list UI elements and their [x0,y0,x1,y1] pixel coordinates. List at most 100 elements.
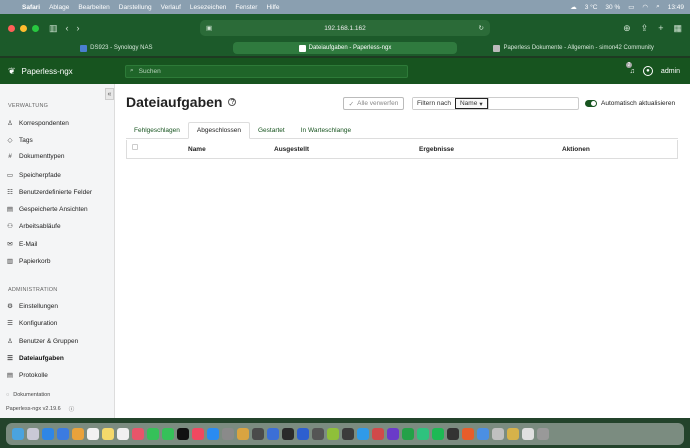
weather-icon[interactable]: ☁ [570,3,577,11]
safari-icon[interactable] [42,428,54,440]
forward-icon[interactable]: › [77,23,80,33]
calendar-icon[interactable] [87,428,99,440]
dismiss-all-button[interactable]: ✓ Alle verwerfen [343,97,404,110]
sidebar-item-mail[interactable]: ✉ E-Mail [6,240,37,249]
spotify-icon[interactable] [432,428,444,440]
app-icon[interactable] [252,428,264,440]
back-icon[interactable]: ‹ [66,23,69,33]
tab-synology[interactable]: DS923 - Synology NAS [4,42,229,54]
sidebar-item-tags[interactable]: ◇ Tags [6,136,33,145]
info-icon[interactable]: ⓘ [69,405,75,413]
app-icon[interactable] [402,428,414,440]
new-tab-icon[interactable]: + [658,23,663,34]
app-icon[interactable] [387,428,399,440]
app-icon[interactable] [312,428,324,440]
app-icon[interactable] [462,428,474,440]
select-all-checkbox[interactable] [132,144,138,150]
menu-verlauf[interactable]: Verlauf [161,4,181,11]
user-name[interactable]: admin [661,68,680,75]
tab-queued[interactable]: In Warteschlange [293,122,359,139]
launchpad-icon[interactable] [27,428,39,440]
app-icon[interactable] [447,428,459,440]
filter-text-input[interactable] [487,98,578,109]
tab-overview-icon[interactable]: ▦ [673,23,682,34]
minimize-window-button[interactable] [20,24,27,32]
sidebar-item-configuration[interactable]: ☰ Konfiguration [6,319,57,328]
sidebar-item-logs[interactable]: ▤ Protokolle [6,371,48,380]
sidebar-item-saved-views[interactable]: ▤ Gespeicherte Ansichten [6,205,88,214]
battery-icon[interactable]: ▭ [628,3,634,11]
notifications-button[interactable]: 2 ♫ [625,61,635,75]
facetime-icon[interactable] [147,428,159,440]
reminders-icon[interactable] [117,428,129,440]
app-icon[interactable] [357,428,369,440]
app-store-icon[interactable] [207,428,219,440]
auto-refresh-toggle[interactable]: Automatisch aktualisieren [585,100,675,107]
person-icon: ♙ [7,120,13,127]
app-icon[interactable] [237,428,249,440]
messages-icon[interactable] [162,428,174,440]
app-icon[interactable] [267,428,279,440]
sidebar-item-storage-paths[interactable]: ▭ Speicherpfade [6,171,61,180]
column-header-name[interactable]: Name [188,146,206,153]
address-bar[interactable]: ▣ 192.168.1.162 ↻ [200,20,490,36]
sidebar-item-workflows[interactable]: ⚇ Arbeitsabläufe [6,222,60,231]
sidebar-toggle-icon[interactable]: ▥ [49,23,58,34]
sidebar-item-correspondents[interactable]: ♙ Korrespondenten [6,119,69,128]
app-icon[interactable] [477,428,489,440]
help-icon[interactable]: ? [228,98,237,106]
menu-ablage[interactable]: Ablage [49,4,69,11]
column-header-results[interactable]: Ergebnisse [419,146,454,153]
sidebar-item-users-groups[interactable]: ♙ Benutzer & Gruppen [6,337,78,346]
filter-field-select[interactable]: Name ▾ [454,98,488,109]
sidebar-item-trash[interactable]: ▥ Papierkorb [6,257,51,266]
tab-started[interactable]: Gestartet [250,122,293,139]
brand[interactable]: ❦ Paperless-ngx [0,66,125,77]
sidebar-item-custom-fields[interactable]: ☷ Benutzerdefinierte Felder [6,188,92,197]
menu-app[interactable]: Safari [22,4,40,11]
trash-dock-icon[interactable] [537,428,549,440]
app-icon[interactable] [342,428,354,440]
settings-app-icon[interactable] [222,428,234,440]
notes-icon[interactable] [102,428,114,440]
reload-icon[interactable]: ↻ [479,24,484,32]
app-icon[interactable] [522,428,534,440]
documentation-link[interactable]: ◌ Dokumentation [6,392,50,398]
app-icon[interactable] [282,428,294,440]
menu-lesezeichen[interactable]: Lesezeichen [190,4,227,11]
sidebar-item-document-types[interactable]: # Dokumenttypen [6,153,64,160]
app-icon[interactable] [372,428,384,440]
sidebar-item-file-tasks[interactable]: ☰ Dateiaufgaben [6,354,64,363]
search-spotlight-icon[interactable]: ⌕ [656,3,660,11]
global-search-input[interactable]: ⌕ Suchen [125,64,408,78]
sidebar-item-settings[interactable]: ⚙ Einstellungen [6,302,58,311]
whatsapp-icon[interactable] [417,428,429,440]
menu-darstellung[interactable]: Darstellung [119,4,152,11]
app-icon[interactable] [297,428,309,440]
menu-hilfe[interactable]: Hilfe [266,4,279,11]
tab-paperless-tasks[interactable]: Dateiaufgaben - Paperless-ngx [232,42,458,54]
photos-icon[interactable] [132,428,144,440]
wifi-icon[interactable]: ◠ [642,3,648,11]
share-icon[interactable]: ⇪ [641,23,649,34]
tab-completed[interactable]: Abgeschlossen [187,122,250,139]
user-avatar-icon[interactable]: ● [642,66,653,76]
menu-bearbeiten[interactable]: Bearbeiten [78,4,109,11]
download-icon[interactable]: ⊕ [623,23,631,34]
app-icon[interactable] [492,428,504,440]
finder-icon[interactable] [12,428,24,440]
tab-community[interactable]: Paperless Dokumente - Allgemein - simon4… [461,42,687,54]
tab-failed[interactable]: Fehlgeschlagen [126,122,188,139]
collapse-sidebar-button[interactable]: « [105,88,114,100]
menu-fenster[interactable]: Fenster [235,4,257,11]
app-icon[interactable] [507,428,519,440]
app-icon[interactable] [327,428,339,440]
toggle-switch-icon[interactable] [585,100,597,107]
zoom-window-button[interactable] [32,24,39,32]
music-icon[interactable] [192,428,204,440]
contacts-icon[interactable] [72,428,84,440]
tv-icon[interactable] [177,428,189,440]
mail-app-icon[interactable] [57,428,69,440]
column-header-issued[interactable]: Ausgestellt [274,146,309,153]
close-window-button[interactable] [8,24,15,32]
